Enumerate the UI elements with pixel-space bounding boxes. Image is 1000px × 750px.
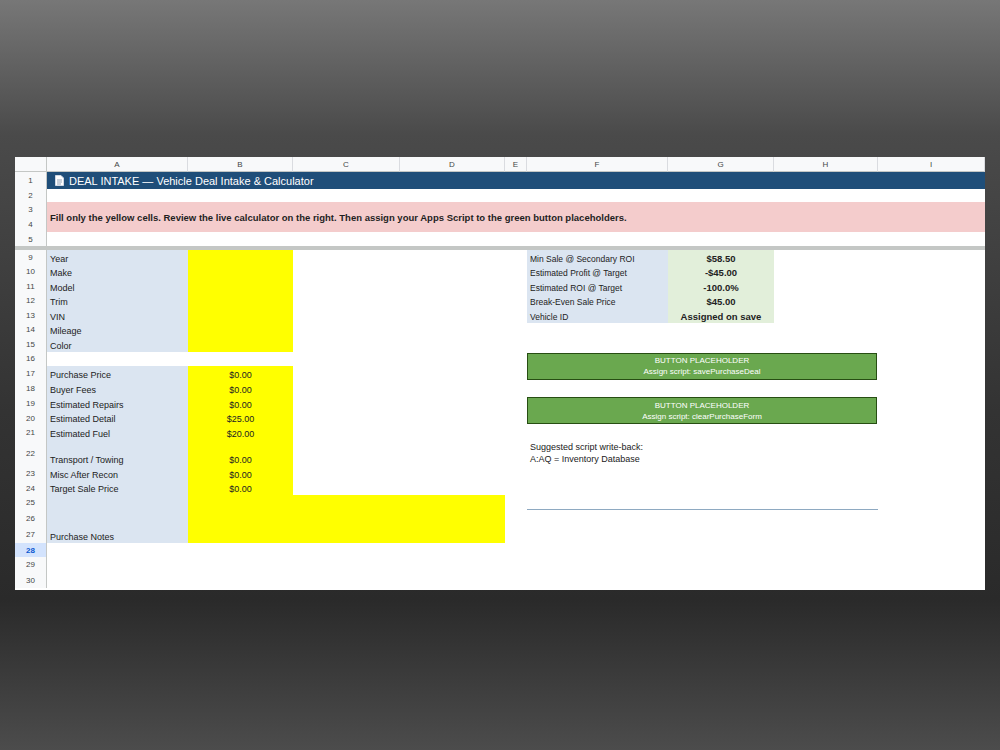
title-text: DEAL INTAKE — Vehicle Deal Intake & Calc… bbox=[69, 175, 314, 187]
column-header[interactable]: A bbox=[47, 157, 188, 172]
button-title: BUTTON PLACEHOLDER bbox=[655, 401, 750, 410]
write-back-note: Suggested script write-back:A:AQ = Inven… bbox=[527, 440, 878, 466]
calculator-label: Break-Even Sale Price bbox=[527, 294, 668, 309]
background-photo: ABCDEFGHI1234591011121314151617181920212… bbox=[0, 0, 1000, 750]
column-header[interactable]: E bbox=[505, 157, 527, 172]
row-header[interactable]: 18 bbox=[15, 381, 47, 396]
calculator-value: -100.0% bbox=[668, 279, 774, 294]
row-header[interactable]: 16 bbox=[15, 352, 47, 367]
spreadsheet: ABCDEFGHI1234591011121314151617181920212… bbox=[15, 157, 985, 590]
title-bar[interactable]: DEAL INTAKE — Vehicle Deal Intake & Calc… bbox=[47, 172, 985, 189]
row-header[interactable]: 26 bbox=[15, 510, 47, 526]
column-header[interactable]: B bbox=[188, 157, 293, 172]
row-header[interactable]: 17 bbox=[15, 366, 47, 381]
row-header[interactable]: 14 bbox=[15, 323, 47, 338]
column-header[interactable]: F bbox=[527, 157, 668, 172]
calculator-value: Assigned on save bbox=[668, 308, 774, 323]
cost-input[interactable]: $0.00 bbox=[188, 366, 293, 381]
calculator-label: Estimated ROI @ Target bbox=[527, 279, 668, 294]
divider-line bbox=[527, 509, 878, 510]
script-button[interactable]: BUTTON PLACEHOLDER Assign script: savePur… bbox=[527, 353, 877, 381]
document-icon bbox=[55, 175, 64, 186]
calculator-value: $58.50 bbox=[668, 250, 774, 265]
cost-input[interactable]: $0.00 bbox=[188, 440, 293, 466]
row-header[interactable]: 3 bbox=[15, 202, 47, 217]
row-header[interactable]: 10 bbox=[15, 265, 47, 280]
column-header[interactable]: H bbox=[774, 157, 878, 172]
note-line: Suggested script write-back: bbox=[530, 441, 878, 453]
row-header[interactable]: 29 bbox=[15, 557, 47, 572]
column-header[interactable]: I bbox=[878, 157, 985, 172]
row-header[interactable]: 28 bbox=[15, 543, 47, 557]
button-subtitle: Assign script: savePurchaseDeal bbox=[644, 367, 761, 376]
row-header[interactable]: 9 bbox=[15, 250, 47, 265]
select-all-corner[interactable] bbox=[15, 157, 47, 172]
row-header[interactable]: 24 bbox=[15, 481, 47, 495]
row-header[interactable]: 13 bbox=[15, 308, 47, 323]
instructions-banner[interactable]: Fill only the yellow cells. Review the l… bbox=[47, 202, 985, 232]
row-header[interactable]: 20 bbox=[15, 411, 47, 425]
row-header[interactable]: 2 bbox=[15, 189, 47, 202]
field-label: Year bbox=[47, 250, 188, 265]
field-label: Mileage bbox=[47, 323, 188, 338]
field-input[interactable] bbox=[188, 294, 293, 309]
cost-input[interactable]: $0.00 bbox=[188, 466, 293, 481]
cost-label: Purchase Price bbox=[47, 366, 188, 381]
notes-input[interactable] bbox=[188, 495, 505, 543]
field-label: VIN bbox=[47, 308, 188, 323]
row-header[interactable]: 30 bbox=[15, 572, 47, 588]
field-input[interactable] bbox=[188, 308, 293, 323]
cost-input[interactable]: $25.00 bbox=[188, 411, 293, 425]
field-input[interactable] bbox=[188, 279, 293, 294]
field-input[interactable] bbox=[188, 337, 293, 352]
row-header[interactable]: 1 bbox=[15, 172, 47, 189]
button-title: BUTTON PLACEHOLDER bbox=[655, 356, 750, 365]
calculator-label: Estimated Profit @ Target bbox=[527, 265, 668, 280]
column-header[interactable]: C bbox=[293, 157, 400, 172]
cost-input[interactable]: $0.00 bbox=[188, 381, 293, 396]
row-header[interactable]: 19 bbox=[15, 396, 47, 411]
calculator-value: $45.00 bbox=[668, 294, 774, 309]
row-header[interactable]: 21 bbox=[15, 425, 47, 440]
field-label: Model bbox=[47, 279, 188, 294]
calculator-value: -$45.00 bbox=[668, 265, 774, 280]
button-subtitle: Assign script: clearPurchaseForm bbox=[642, 412, 762, 421]
note-line: A:AQ = Inventory Database bbox=[530, 453, 878, 465]
column-header[interactable]: G bbox=[668, 157, 774, 172]
row-header[interactable]: 22 bbox=[15, 440, 47, 466]
field-input[interactable] bbox=[188, 265, 293, 280]
row-header[interactable]: 25 bbox=[15, 495, 47, 510]
field-label: Make bbox=[47, 265, 188, 280]
cost-input[interactable]: $0.00 bbox=[188, 481, 293, 495]
cost-input[interactable]: $20.00 bbox=[188, 425, 293, 440]
row-header[interactable]: 12 bbox=[15, 294, 47, 309]
cost-label: Estimated Detail bbox=[47, 411, 188, 425]
cost-input[interactable]: $0.00 bbox=[188, 396, 293, 411]
row-header[interactable]: 15 bbox=[15, 337, 47, 352]
calculator-label: Vehicle ID bbox=[527, 308, 668, 323]
row-header[interactable]: 27 bbox=[15, 526, 47, 543]
cost-label: Estimated Repairs bbox=[47, 396, 188, 411]
script-button[interactable]: BUTTON PLACEHOLDER Assign script: clearPu… bbox=[527, 397, 877, 424]
cost-label: Target Sale Price bbox=[47, 481, 188, 495]
notes-label: Purchase Notes bbox=[47, 495, 188, 543]
field-input[interactable] bbox=[188, 323, 293, 338]
row-header[interactable]: 5 bbox=[15, 232, 47, 246]
row-header[interactable]: 11 bbox=[15, 279, 47, 294]
calculator-label: Min Sale @ Secondary ROI bbox=[527, 250, 668, 265]
field-input[interactable] bbox=[188, 250, 293, 265]
cost-label: Estimated Fuel bbox=[47, 425, 188, 440]
cost-label: Buyer Fees bbox=[47, 381, 188, 396]
field-label: Color bbox=[47, 337, 188, 352]
row-header[interactable]: 23 bbox=[15, 466, 47, 481]
cost-label: Misc After Recon bbox=[47, 466, 188, 481]
column-header[interactable]: D bbox=[400, 157, 505, 172]
cost-label: Transport / Towing bbox=[47, 440, 188, 466]
row-header[interactable]: 4 bbox=[15, 217, 47, 232]
field-label: Trim bbox=[47, 294, 188, 309]
